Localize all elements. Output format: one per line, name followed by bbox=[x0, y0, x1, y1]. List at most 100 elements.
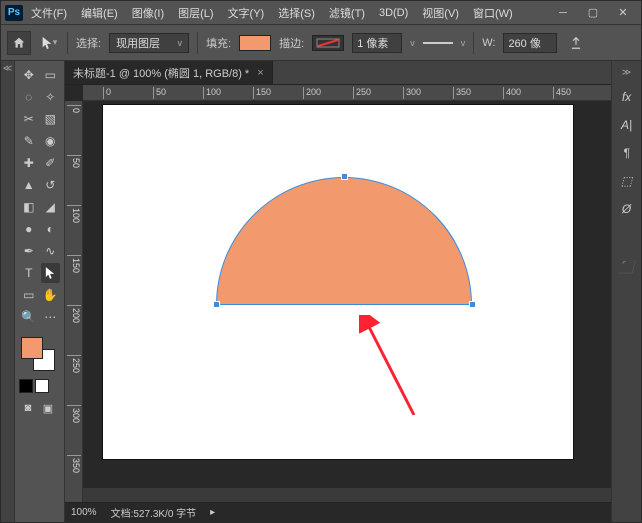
edit-toolbar[interactable]: ⋯ bbox=[41, 307, 61, 327]
swatches-panel-icon[interactable]: ⬚ bbox=[617, 172, 637, 190]
quick-mask-toggle[interactable]: ◙ bbox=[19, 399, 37, 417]
anchor-point[interactable] bbox=[213, 301, 220, 308]
menu-layer[interactable]: 图层(L) bbox=[172, 3, 219, 23]
ruler-horizontal[interactable]: 0 50 100 150 200 250 300 350 400 450 bbox=[83, 85, 611, 101]
width-label: W: bbox=[482, 37, 495, 49]
path-select-tool[interactable] bbox=[41, 263, 61, 283]
menu-type[interactable]: 文字(Y) bbox=[222, 3, 271, 23]
share-button[interactable] bbox=[565, 33, 587, 53]
stroke-style-line[interactable] bbox=[423, 42, 453, 44]
expand-panels-icon[interactable]: ≫ bbox=[622, 67, 631, 78]
gradient-tool[interactable]: ◢ bbox=[41, 197, 61, 217]
blur-tool[interactable]: ● bbox=[19, 219, 39, 239]
stamp-tool[interactable]: ▲ bbox=[19, 175, 39, 195]
menu-view[interactable]: 视图(V) bbox=[416, 3, 465, 23]
foreground-color[interactable] bbox=[21, 337, 43, 359]
lasso-tool[interactable]: ✧ bbox=[41, 87, 61, 107]
info-flyout-icon[interactable]: ▸ bbox=[210, 507, 215, 518]
stroke-width-input[interactable]: 1 像素 bbox=[352, 33, 402, 53]
color-panel-icon[interactable]: Ø bbox=[617, 200, 637, 218]
move-tool[interactable]: ✥ bbox=[19, 65, 39, 85]
right-panel-strip: ≫ fx A| ¶ ⬚ Ø ⬛ bbox=[611, 61, 641, 522]
chevron-down-icon: v bbox=[178, 38, 183, 48]
zoom-tool[interactable]: 🔍 bbox=[19, 307, 39, 327]
quick-mask-swatches bbox=[19, 379, 60, 393]
ruler-tick: 300 bbox=[403, 87, 421, 99]
close-tab-icon[interactable]: × bbox=[257, 67, 263, 79]
quick-select-tool[interactable]: ◉ bbox=[41, 131, 61, 151]
screen-mode-toggle[interactable]: ▣ bbox=[39, 399, 57, 417]
ruler-tick: 450 bbox=[553, 87, 571, 99]
ruler-tick: 400 bbox=[503, 87, 521, 99]
window-close-button[interactable]: ✕ bbox=[609, 3, 637, 23]
home-button[interactable] bbox=[7, 31, 31, 55]
stroke-label: 描边: bbox=[279, 35, 304, 51]
canvas-scroll[interactable] bbox=[83, 101, 611, 502]
ruler-tick: 350 bbox=[67, 455, 81, 473]
ruler-tick: 50 bbox=[67, 155, 81, 168]
canvas[interactable] bbox=[103, 105, 573, 459]
paragraph-panel-icon[interactable]: ¶ bbox=[617, 144, 637, 162]
menu-3d[interactable]: 3D(D) bbox=[373, 5, 414, 21]
pen-tool[interactable]: ✒ bbox=[19, 241, 39, 261]
type-tool[interactable]: T bbox=[19, 263, 39, 283]
ruler-vertical[interactable]: 0 50 100 150 200 250 300 350 bbox=[65, 101, 83, 502]
history-brush-tool[interactable]: ↺ bbox=[41, 175, 61, 195]
marquee-tool[interactable]: ◌ bbox=[19, 87, 39, 107]
app-logo: Ps bbox=[5, 5, 23, 21]
brush-tool[interactable]: ✐ bbox=[41, 153, 61, 173]
menu-select[interactable]: 选择(S) bbox=[272, 3, 321, 23]
select-layer-value: 现用图层 bbox=[116, 35, 160, 51]
hand-tool[interactable]: ✋ bbox=[41, 285, 61, 305]
app-root: Ps 文件(F) 编辑(E) 图像(I) 图层(L) 文字(Y) 选择(S) 滤… bbox=[0, 0, 642, 523]
layers-panel-icon[interactable]: ⬛ bbox=[617, 258, 637, 276]
document-info[interactable]: 文档:527.3K/0 字节 bbox=[111, 505, 197, 520]
ruler-tick: 250 bbox=[67, 355, 81, 373]
horizontal-scrollbar[interactable] bbox=[83, 488, 611, 502]
menu-filter[interactable]: 滤镜(T) bbox=[323, 3, 371, 23]
zoom-value[interactable]: 100% bbox=[71, 507, 97, 518]
mini-swatch-white[interactable] bbox=[35, 379, 49, 393]
styles-panel-icon[interactable]: fx bbox=[617, 88, 637, 106]
tool-preset-icon[interactable]: ▾ bbox=[39, 33, 59, 53]
document-tabbar: 未标题-1 @ 100% (椭圆 1, RGB/8) * × bbox=[65, 61, 611, 85]
rectangle-tool[interactable]: ▭ bbox=[19, 285, 39, 305]
menu-file[interactable]: 文件(F) bbox=[25, 3, 73, 23]
menu-window[interactable]: 窗口(W) bbox=[467, 3, 519, 23]
eraser-tool[interactable]: ◧ bbox=[19, 197, 39, 217]
ruler-tick: 100 bbox=[203, 87, 221, 99]
anchor-point[interactable] bbox=[341, 173, 348, 180]
crop-tool[interactable]: ✂ bbox=[19, 109, 39, 129]
window-maximize-button[interactable]: ▢ bbox=[579, 3, 607, 23]
dodge-tool[interactable]: ◐ bbox=[41, 219, 61, 239]
width-input[interactable]: 260 像 bbox=[503, 33, 557, 53]
menu-image[interactable]: 图像(I) bbox=[126, 3, 170, 23]
options-bar: ▾ 选择: 现用图层 v 填充: 描边: 1 像素 v v W: 260 像 bbox=[1, 25, 641, 61]
menu-edit[interactable]: 编辑(E) bbox=[75, 3, 124, 23]
fill-swatch[interactable] bbox=[239, 35, 271, 51]
color-swatches[interactable] bbox=[19, 335, 57, 371]
window-minimize-button[interactable]: ─ bbox=[549, 3, 577, 23]
frame-tool[interactable]: ▧ bbox=[41, 109, 61, 129]
healing-tool[interactable]: ✚ bbox=[19, 153, 39, 173]
ruler-tick: 200 bbox=[303, 87, 321, 99]
stroke-swatch[interactable] bbox=[312, 35, 344, 51]
freeform-pen-tool[interactable]: ∿ bbox=[41, 241, 61, 261]
status-bar: 100% 文档:527.3K/0 字节 ▸ bbox=[65, 502, 611, 522]
ruler-tick: 0 bbox=[67, 105, 81, 113]
toolbox: ✥▭ ◌✧ ✂▧ ✎◉ ✚✐ ▲↺ ◧◢ ●◐ ✒∿ T ▭✋ 🔍⋯ ◙ ▣ bbox=[15, 61, 65, 522]
ruler-tick: 200 bbox=[67, 305, 81, 323]
glyphs-panel-icon[interactable]: A| bbox=[617, 116, 637, 134]
ruler-tick: 50 bbox=[153, 87, 166, 99]
artboard-tool[interactable]: ▭ bbox=[41, 65, 61, 85]
main-area: ≪ ✥▭ ◌✧ ✂▧ ✎◉ ✚✐ ▲↺ ◧◢ ●◐ ✒∿ T ▭✋ 🔍⋯ bbox=[1, 61, 641, 522]
select-layer-dropdown[interactable]: 现用图层 v bbox=[109, 33, 189, 53]
eyedropper-tool[interactable]: ✎ bbox=[19, 131, 39, 151]
toolbox-collapse-strip[interactable]: ≪ bbox=[1, 61, 15, 522]
anchor-point[interactable] bbox=[469, 301, 476, 308]
mini-swatch-black[interactable] bbox=[19, 379, 33, 393]
menubar: Ps 文件(F) 编辑(E) 图像(I) 图层(L) 文字(Y) 选择(S) 滤… bbox=[1, 1, 641, 25]
document-tab[interactable]: 未标题-1 @ 100% (椭圆 1, RGB/8) * × bbox=[65, 61, 273, 84]
ellipse-shape[interactable] bbox=[216, 177, 472, 305]
ruler-tick: 150 bbox=[67, 255, 81, 273]
